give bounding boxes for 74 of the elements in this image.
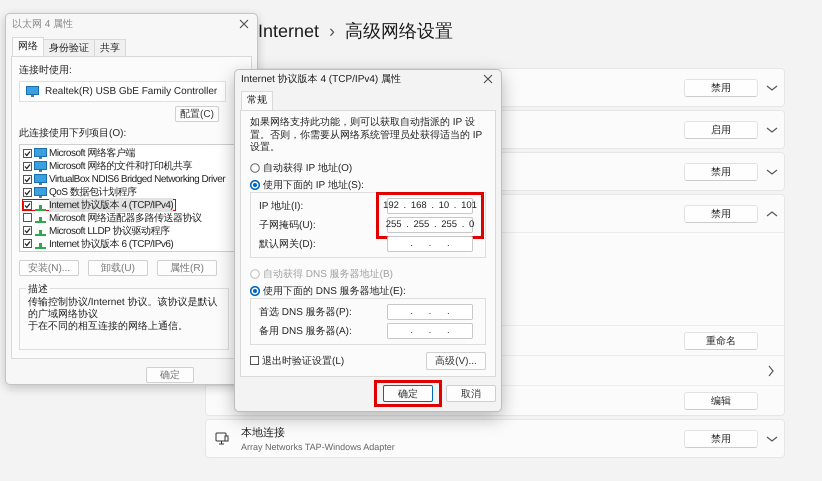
close-icon[interactable] xyxy=(239,19,249,29)
list-item[interactable]: Internet 协议版本 6 (TCP/IPv6) xyxy=(22,237,176,250)
checkbox[interactable] xyxy=(250,356,259,365)
breadcrumb-link[interactable]: Internet xyxy=(258,20,320,42)
info-text: 如果网络支持此功能，则可以获取自动指派的 IP 设置。否则，你需要从网络系统管理员处获得适当的 IP 设置。 xyxy=(250,117,484,154)
field-label: 子网掩码(U): xyxy=(259,218,317,232)
checkbox[interactable] xyxy=(23,174,32,184)
monitor-icon xyxy=(26,86,39,97)
ip-address-field[interactable]: . . . xyxy=(387,322,473,338)
checkbox[interactable] xyxy=(23,188,32,197)
close-icon[interactable] xyxy=(483,74,493,84)
list-item[interactable]: Microsoft 网络的文件和打印机共享 xyxy=(22,160,195,173)
description-text: 于在不同的相互连接的网络上通信。 xyxy=(28,321,189,333)
radio-button[interactable] xyxy=(250,180,260,190)
checkbox[interactable] xyxy=(23,213,32,222)
configure-button[interactable]: 配置(C) xyxy=(175,106,219,122)
network-adapter-icon xyxy=(215,432,229,446)
settings-button[interactable]: 编辑 xyxy=(684,392,758,410)
ip-address-field[interactable]: . . . xyxy=(387,236,473,252)
field-label: 首选 DNS 服务器(P): xyxy=(259,306,353,320)
settings-button[interactable]: 重命名 xyxy=(684,332,758,350)
checkbox[interactable] xyxy=(23,226,32,236)
adapter-name: 本地连接 xyxy=(241,426,286,440)
list-item[interactable]: Internet 协议版本 4 (TCP/IPv4) xyxy=(22,198,176,212)
checkbox[interactable] xyxy=(23,239,32,248)
tab[interactable]: 共享 xyxy=(94,39,126,56)
adapter-name: Realtek(R) USB GbE Family Controller xyxy=(45,86,218,97)
ip-address-field[interactable]: 255 . 255 . 255 . 0 xyxy=(387,216,473,232)
group-label: 描述 xyxy=(26,282,50,296)
checkbox[interactable] xyxy=(23,200,32,210)
section-label: 连接时使用: xyxy=(19,64,73,77)
dialog-button[interactable]: 取消 xyxy=(446,385,496,402)
adapter-button[interactable]: 禁用 xyxy=(684,78,758,96)
list-item[interactable]: QoS 数据包计划程序 xyxy=(22,186,140,199)
breadcrumb-separator: › xyxy=(329,20,336,42)
adapter-button[interactable]: 启用 xyxy=(684,120,758,138)
item-button[interactable]: 安装(N)... xyxy=(19,260,79,276)
radio-button[interactable] xyxy=(250,286,260,296)
item-button[interactable]: 卸载(U) xyxy=(88,260,148,276)
option-label: 使用下面的 DNS 服务器地址(E): xyxy=(263,284,406,298)
tab[interactable]: 常规 xyxy=(241,91,273,110)
adapter-button[interactable]: 禁用 xyxy=(684,204,758,222)
list-item[interactable]: Microsoft 网络适配器多路传送器协议 xyxy=(22,211,204,224)
tab[interactable]: 网络 xyxy=(12,37,44,56)
radio-button[interactable] xyxy=(250,163,260,173)
description-text: 传输控制协议/Internet 协议。该协议是默认的广域网络协议 xyxy=(28,297,218,320)
advanced-button[interactable]: 高级(V)... xyxy=(426,352,486,370)
item-button[interactable]: 属性(R) xyxy=(157,260,217,276)
window-title: Internet 协议版本 4 (TCP/IPv4) 属性 xyxy=(241,72,402,86)
adapter-description: Array Networks TAP-Windows Adapter xyxy=(241,442,395,452)
option-label: 自动获得 IP 地址(O) xyxy=(263,162,352,175)
list-item[interactable]: Microsoft 网络客户端 xyxy=(22,147,138,160)
page-title: 高级网络设置 xyxy=(345,20,454,43)
adapter-button[interactable]: 禁用 xyxy=(684,162,758,180)
ok-button[interactable]: 确定 xyxy=(146,367,194,383)
monitor-icon xyxy=(34,148,47,159)
checkbox-label: 退出时验证设置(L) xyxy=(262,354,344,368)
field-label: 备用 DNS 服务器(A): xyxy=(259,324,353,338)
ip-address-field[interactable]: . . . xyxy=(387,304,473,320)
checkbox[interactable] xyxy=(23,148,32,158)
dialog-button[interactable]: 确定 xyxy=(383,385,433,402)
monitor-icon xyxy=(34,174,47,185)
section-label: 此连接使用下列项目(O): xyxy=(19,126,128,140)
monitor-icon xyxy=(34,160,47,172)
option-label: 使用下面的 IP 地址(S): xyxy=(263,178,364,192)
field-label: 默认网关(D): xyxy=(259,238,317,252)
tab[interactable]: 身份验证 xyxy=(43,39,95,56)
option-label: 自动获得 DNS 服务器地址(B) xyxy=(263,268,393,281)
adapter-button[interactable]: 禁用 xyxy=(684,430,758,448)
list-item[interactable]: Microsoft LLDP 协议驱动程序 xyxy=(22,224,172,238)
checkbox[interactable] xyxy=(23,162,32,171)
monitor-icon xyxy=(34,186,47,198)
list-item[interactable]: VirtualBox NDIS6 Bridged Networking Driver xyxy=(22,172,228,186)
window-title: 以太网 4 属性 xyxy=(12,18,74,31)
